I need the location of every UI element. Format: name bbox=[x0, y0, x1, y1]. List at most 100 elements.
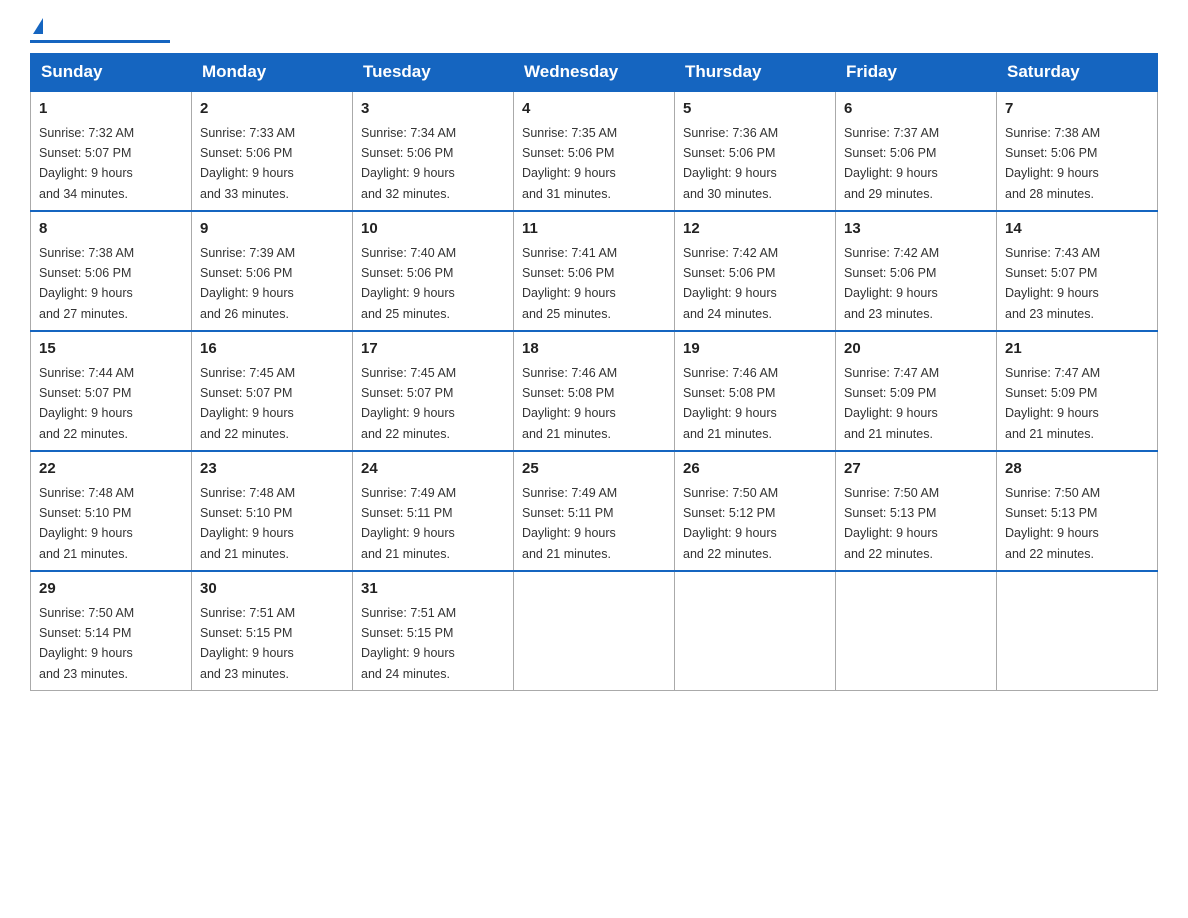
day-info: Sunrise: 7:35 AMSunset: 5:06 PMDaylight:… bbox=[522, 126, 617, 201]
day-number: 27 bbox=[844, 458, 988, 481]
logo-underline bbox=[30, 40, 170, 43]
day-number: 25 bbox=[522, 458, 666, 481]
day-number: 17 bbox=[361, 338, 505, 361]
day-info: Sunrise: 7:45 AMSunset: 5:07 PMDaylight:… bbox=[361, 366, 456, 441]
day-info: Sunrise: 7:43 AMSunset: 5:07 PMDaylight:… bbox=[1005, 246, 1100, 321]
day-info: Sunrise: 7:33 AMSunset: 5:06 PMDaylight:… bbox=[200, 126, 295, 201]
day-info: Sunrise: 7:41 AMSunset: 5:06 PMDaylight:… bbox=[522, 246, 617, 321]
day-number: 23 bbox=[200, 458, 344, 481]
day-number: 11 bbox=[522, 218, 666, 241]
day-info: Sunrise: 7:40 AMSunset: 5:06 PMDaylight:… bbox=[361, 246, 456, 321]
header-friday: Friday bbox=[836, 54, 997, 92]
day-number: 2 bbox=[200, 98, 344, 121]
day-number: 5 bbox=[683, 98, 827, 121]
calendar-cell: 19 Sunrise: 7:46 AMSunset: 5:08 PMDaylig… bbox=[675, 331, 836, 451]
day-number: 18 bbox=[522, 338, 666, 361]
calendar-cell bbox=[997, 571, 1158, 691]
page-header bbox=[30, 20, 1158, 43]
day-info: Sunrise: 7:51 AMSunset: 5:15 PMDaylight:… bbox=[200, 606, 295, 681]
calendar-cell bbox=[675, 571, 836, 691]
calendar-cell: 5 Sunrise: 7:36 AMSunset: 5:06 PMDayligh… bbox=[675, 91, 836, 211]
calendar-cell bbox=[514, 571, 675, 691]
day-info: Sunrise: 7:50 AMSunset: 5:13 PMDaylight:… bbox=[1005, 486, 1100, 561]
calendar-cell: 6 Sunrise: 7:37 AMSunset: 5:06 PMDayligh… bbox=[836, 91, 997, 211]
day-info: Sunrise: 7:46 AMSunset: 5:08 PMDaylight:… bbox=[522, 366, 617, 441]
day-number: 6 bbox=[844, 98, 988, 121]
header-sunday: Sunday bbox=[31, 54, 192, 92]
calendar-week-row: 8 Sunrise: 7:38 AMSunset: 5:06 PMDayligh… bbox=[31, 211, 1158, 331]
calendar-week-row: 15 Sunrise: 7:44 AMSunset: 5:07 PMDaylig… bbox=[31, 331, 1158, 451]
day-info: Sunrise: 7:44 AMSunset: 5:07 PMDaylight:… bbox=[39, 366, 134, 441]
day-number: 4 bbox=[522, 98, 666, 121]
day-info: Sunrise: 7:36 AMSunset: 5:06 PMDaylight:… bbox=[683, 126, 778, 201]
day-info: Sunrise: 7:45 AMSunset: 5:07 PMDaylight:… bbox=[200, 366, 295, 441]
header-monday: Monday bbox=[192, 54, 353, 92]
day-number: 16 bbox=[200, 338, 344, 361]
calendar-week-row: 1 Sunrise: 7:32 AMSunset: 5:07 PMDayligh… bbox=[31, 91, 1158, 211]
day-info: Sunrise: 7:38 AMSunset: 5:06 PMDaylight:… bbox=[39, 246, 134, 321]
calendar-cell: 30 Sunrise: 7:51 AMSunset: 5:15 PMDaylig… bbox=[192, 571, 353, 691]
calendar-cell: 16 Sunrise: 7:45 AMSunset: 5:07 PMDaylig… bbox=[192, 331, 353, 451]
calendar-cell: 10 Sunrise: 7:40 AMSunset: 5:06 PMDaylig… bbox=[353, 211, 514, 331]
day-number: 15 bbox=[39, 338, 183, 361]
day-number: 3 bbox=[361, 98, 505, 121]
header-thursday: Thursday bbox=[675, 54, 836, 92]
calendar-cell: 18 Sunrise: 7:46 AMSunset: 5:08 PMDaylig… bbox=[514, 331, 675, 451]
calendar-cell: 11 Sunrise: 7:41 AMSunset: 5:06 PMDaylig… bbox=[514, 211, 675, 331]
day-number: 26 bbox=[683, 458, 827, 481]
calendar-week-row: 22 Sunrise: 7:48 AMSunset: 5:10 PMDaylig… bbox=[31, 451, 1158, 571]
header-wednesday: Wednesday bbox=[514, 54, 675, 92]
day-number: 14 bbox=[1005, 218, 1149, 241]
calendar-cell: 28 Sunrise: 7:50 AMSunset: 5:13 PMDaylig… bbox=[997, 451, 1158, 571]
day-info: Sunrise: 7:49 AMSunset: 5:11 PMDaylight:… bbox=[361, 486, 456, 561]
calendar-cell: 29 Sunrise: 7:50 AMSunset: 5:14 PMDaylig… bbox=[31, 571, 192, 691]
calendar-cell: 7 Sunrise: 7:38 AMSunset: 5:06 PMDayligh… bbox=[997, 91, 1158, 211]
calendar-cell: 23 Sunrise: 7:48 AMSunset: 5:10 PMDaylig… bbox=[192, 451, 353, 571]
header-saturday: Saturday bbox=[997, 54, 1158, 92]
day-info: Sunrise: 7:50 AMSunset: 5:12 PMDaylight:… bbox=[683, 486, 778, 561]
day-info: Sunrise: 7:32 AMSunset: 5:07 PMDaylight:… bbox=[39, 126, 134, 201]
calendar-cell: 31 Sunrise: 7:51 AMSunset: 5:15 PMDaylig… bbox=[353, 571, 514, 691]
day-info: Sunrise: 7:34 AMSunset: 5:06 PMDaylight:… bbox=[361, 126, 456, 201]
day-number: 30 bbox=[200, 578, 344, 601]
day-info: Sunrise: 7:38 AMSunset: 5:06 PMDaylight:… bbox=[1005, 126, 1100, 201]
logo bbox=[30, 20, 170, 43]
day-info: Sunrise: 7:39 AMSunset: 5:06 PMDaylight:… bbox=[200, 246, 295, 321]
calendar-cell: 13 Sunrise: 7:42 AMSunset: 5:06 PMDaylig… bbox=[836, 211, 997, 331]
day-info: Sunrise: 7:50 AMSunset: 5:14 PMDaylight:… bbox=[39, 606, 134, 681]
header-tuesday: Tuesday bbox=[353, 54, 514, 92]
day-info: Sunrise: 7:42 AMSunset: 5:06 PMDaylight:… bbox=[683, 246, 778, 321]
calendar-cell: 26 Sunrise: 7:50 AMSunset: 5:12 PMDaylig… bbox=[675, 451, 836, 571]
logo-triangle-icon bbox=[33, 18, 43, 34]
day-number: 21 bbox=[1005, 338, 1149, 361]
calendar-cell: 2 Sunrise: 7:33 AMSunset: 5:06 PMDayligh… bbox=[192, 91, 353, 211]
day-number: 19 bbox=[683, 338, 827, 361]
day-info: Sunrise: 7:49 AMSunset: 5:11 PMDaylight:… bbox=[522, 486, 617, 561]
calendar-cell: 17 Sunrise: 7:45 AMSunset: 5:07 PMDaylig… bbox=[353, 331, 514, 451]
calendar-cell: 27 Sunrise: 7:50 AMSunset: 5:13 PMDaylig… bbox=[836, 451, 997, 571]
calendar-cell: 24 Sunrise: 7:49 AMSunset: 5:11 PMDaylig… bbox=[353, 451, 514, 571]
day-info: Sunrise: 7:50 AMSunset: 5:13 PMDaylight:… bbox=[844, 486, 939, 561]
calendar-week-row: 29 Sunrise: 7:50 AMSunset: 5:14 PMDaylig… bbox=[31, 571, 1158, 691]
calendar-table: SundayMondayTuesdayWednesdayThursdayFrid… bbox=[30, 53, 1158, 691]
calendar-cell: 1 Sunrise: 7:32 AMSunset: 5:07 PMDayligh… bbox=[31, 91, 192, 211]
day-number: 31 bbox=[361, 578, 505, 601]
calendar-cell: 8 Sunrise: 7:38 AMSunset: 5:06 PMDayligh… bbox=[31, 211, 192, 331]
day-info: Sunrise: 7:46 AMSunset: 5:08 PMDaylight:… bbox=[683, 366, 778, 441]
calendar-cell: 21 Sunrise: 7:47 AMSunset: 5:09 PMDaylig… bbox=[997, 331, 1158, 451]
day-info: Sunrise: 7:51 AMSunset: 5:15 PMDaylight:… bbox=[361, 606, 456, 681]
day-number: 22 bbox=[39, 458, 183, 481]
calendar-cell: 3 Sunrise: 7:34 AMSunset: 5:06 PMDayligh… bbox=[353, 91, 514, 211]
day-info: Sunrise: 7:48 AMSunset: 5:10 PMDaylight:… bbox=[39, 486, 134, 561]
calendar-cell: 4 Sunrise: 7:35 AMSunset: 5:06 PMDayligh… bbox=[514, 91, 675, 211]
day-info: Sunrise: 7:47 AMSunset: 5:09 PMDaylight:… bbox=[844, 366, 939, 441]
day-number: 24 bbox=[361, 458, 505, 481]
day-number: 13 bbox=[844, 218, 988, 241]
calendar-cell bbox=[836, 571, 997, 691]
day-info: Sunrise: 7:37 AMSunset: 5:06 PMDaylight:… bbox=[844, 126, 939, 201]
day-info: Sunrise: 7:47 AMSunset: 5:09 PMDaylight:… bbox=[1005, 366, 1100, 441]
day-number: 1 bbox=[39, 98, 183, 121]
calendar-header-row: SundayMondayTuesdayWednesdayThursdayFrid… bbox=[31, 54, 1158, 92]
calendar-cell: 9 Sunrise: 7:39 AMSunset: 5:06 PMDayligh… bbox=[192, 211, 353, 331]
calendar-cell: 15 Sunrise: 7:44 AMSunset: 5:07 PMDaylig… bbox=[31, 331, 192, 451]
